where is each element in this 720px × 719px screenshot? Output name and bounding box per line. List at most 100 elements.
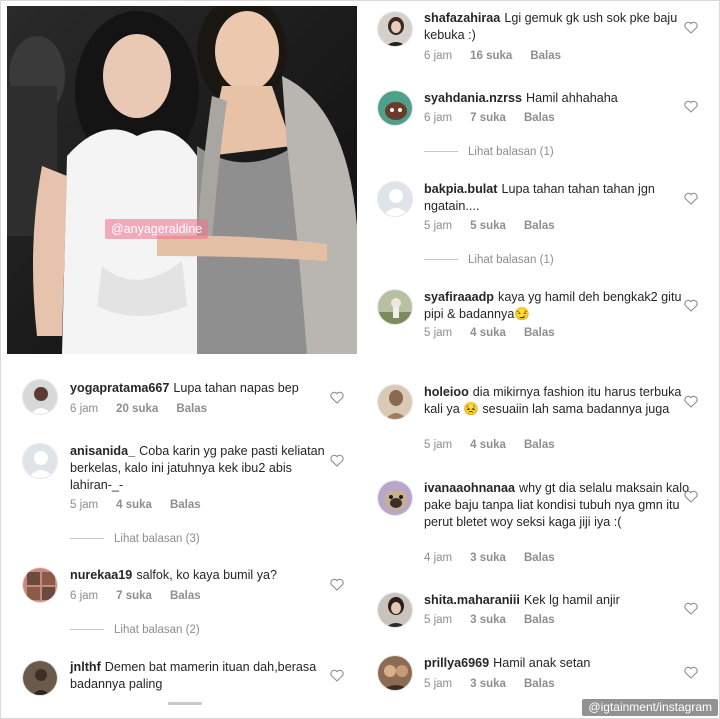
- comment-meta: 5 jam 4 suka Balas: [70, 499, 201, 511]
- scroll-handle[interactable]: [168, 702, 202, 705]
- comment-meta: 5 jam 5 suka Balas: [424, 220, 555, 232]
- reply-button[interactable]: Balas: [176, 403, 207, 415]
- comment-text: syafiraaadp kaya yg hamil deh bengkak2 gi…: [424, 289, 689, 323]
- heart-icon[interactable]: [330, 578, 344, 591]
- reply-button[interactable]: Balas: [524, 327, 555, 339]
- photo-tag: @anyageraldine: [105, 219, 209, 239]
- comment-likes[interactable]: 20 suka: [116, 403, 158, 415]
- comment-text: bakpia.bulat Lupa tahan tahan tahan jgn n…: [424, 181, 689, 215]
- heart-icon[interactable]: [330, 454, 344, 467]
- comment-text: jnlthf Demen bat mamerin ituan dah,berasa…: [70, 659, 335, 693]
- view-replies[interactable]: Lihat balasan (1): [424, 146, 554, 158]
- comment-meta: 6 jam 16 suka Balas: [424, 50, 561, 62]
- comment-username[interactable]: holeioo: [424, 385, 469, 399]
- comments-right-column: shafazahiraa Lgi gemuk gk ush sok pke baj…: [360, 0, 720, 719]
- reply-button[interactable]: Balas: [524, 220, 555, 232]
- comment-username[interactable]: nurekaa19: [70, 568, 132, 582]
- heart-icon[interactable]: [684, 21, 698, 34]
- heart-icon[interactable]: [684, 299, 698, 312]
- replies-divider: [424, 151, 458, 153]
- avatar[interactable]: [377, 11, 413, 47]
- reply-button[interactable]: Balas: [524, 678, 555, 690]
- avatar[interactable]: [377, 289, 413, 325]
- comment-likes[interactable]: 16 suka: [470, 50, 512, 62]
- view-replies-label[interactable]: Lihat balasan (2): [114, 624, 200, 636]
- reply-button[interactable]: Balas: [524, 552, 555, 564]
- comment-likes[interactable]: 3 suka: [470, 614, 506, 626]
- comment-username[interactable]: syafiraaadp: [424, 290, 494, 304]
- comment-text: shafazahiraa Lgi gemuk gk ush sok pke baj…: [424, 10, 689, 44]
- heart-icon[interactable]: [684, 395, 698, 408]
- post-photo-image: [7, 6, 357, 354]
- reply-button[interactable]: Balas: [524, 439, 555, 451]
- comment-time: 6 jam: [70, 403, 99, 415]
- view-replies-label[interactable]: Lihat balasan (1): [468, 254, 554, 266]
- comment-username[interactable]: prillya6969: [424, 656, 489, 670]
- comment-time: 5 jam: [424, 327, 453, 339]
- heart-icon[interactable]: [684, 602, 698, 615]
- view-replies[interactable]: Lihat balasan (2): [70, 624, 200, 636]
- comment-text: yogapratama667 Lupa tahan napas bep: [70, 380, 335, 397]
- comment-likes[interactable]: 4 suka: [470, 439, 506, 451]
- avatar[interactable]: [377, 592, 413, 628]
- comment-username[interactable]: shafazahiraa: [424, 11, 500, 25]
- view-replies[interactable]: Lihat balasan (1): [424, 254, 554, 266]
- comment-time: 6 jam: [424, 112, 453, 124]
- comment-text: nurekaa19 salfok, ko kaya bumil ya?: [70, 567, 335, 584]
- heart-icon[interactable]: [330, 391, 344, 404]
- avatar[interactable]: [377, 655, 413, 691]
- comment-text: shita.maharaniii Kek lg hamil anjir: [424, 592, 689, 609]
- reply-button[interactable]: Balas: [524, 112, 555, 124]
- comment-username[interactable]: syahdania.nzrss: [424, 91, 522, 105]
- view-replies-label[interactable]: Lihat balasan (1): [468, 146, 554, 158]
- comment-time: 5 jam: [70, 499, 99, 511]
- source-credit: @igtainment/instagram: [582, 699, 718, 716]
- comment-text: ivanaaohnanaa why gt dia selalu maksain k…: [424, 480, 692, 531]
- view-replies-label[interactable]: Lihat balasan (3): [114, 533, 200, 545]
- avatar[interactable]: [377, 480, 413, 516]
- comment-likes[interactable]: 3 suka: [470, 678, 506, 690]
- avatar[interactable]: [377, 181, 413, 217]
- comment-time: 6 jam: [424, 50, 453, 62]
- heart-icon[interactable]: [684, 490, 698, 503]
- heart-icon[interactable]: [684, 100, 698, 113]
- avatar[interactable]: [22, 567, 58, 603]
- comments-left-column: yogapratama667 Lupa tahan napas bep 6 jam…: [0, 358, 360, 719]
- comment-likes[interactable]: 7 suka: [116, 590, 152, 602]
- heart-icon[interactable]: [330, 669, 344, 682]
- comment-time: 4 jam: [424, 552, 453, 564]
- comment-meta: 6 jam 7 suka Balas: [70, 590, 201, 602]
- avatar[interactable]: [22, 379, 58, 415]
- comment-username[interactable]: bakpia.bulat: [424, 182, 497, 196]
- avatar[interactable]: [22, 660, 58, 696]
- comment-meta: 5 jam 4 suka Balas: [424, 439, 555, 451]
- heart-icon[interactable]: [684, 666, 698, 679]
- avatar[interactable]: [377, 90, 413, 126]
- comment-text: syahdania.nzrss Hamil ahhahaha: [424, 90, 689, 107]
- comment-body: Lupa tahan napas bep: [173, 381, 299, 395]
- view-replies[interactable]: Lihat balasan (3): [70, 533, 200, 545]
- comment-time: 5 jam: [424, 614, 453, 626]
- comment-username[interactable]: yogapratama667: [70, 381, 169, 395]
- comment-likes[interactable]: 5 suka: [470, 220, 506, 232]
- comment-username[interactable]: shita.maharaniii: [424, 593, 520, 607]
- comment-username[interactable]: jnlthf: [70, 660, 101, 674]
- avatar[interactable]: [377, 384, 413, 420]
- comment-text: holeioo dia mikirnya fashion itu harus te…: [424, 384, 689, 418]
- comment-likes[interactable]: 4 suka: [470, 327, 506, 339]
- reply-button[interactable]: Balas: [524, 614, 555, 626]
- comment-body: Kek lg hamil anjir: [523, 593, 620, 607]
- comment-body: Demen bat mamerin ituan dah,berasa badan…: [70, 660, 317, 691]
- comment-body: Hamil ahhahaha: [526, 91, 618, 105]
- comment-likes[interactable]: 4 suka: [116, 499, 152, 511]
- comment-likes[interactable]: 3 suka: [470, 552, 506, 564]
- comment-username[interactable]: anisanida_: [70, 444, 135, 458]
- heart-icon[interactable]: [684, 192, 698, 205]
- avatar[interactable]: [22, 443, 58, 479]
- comment-time: 6 jam: [70, 590, 99, 602]
- reply-button[interactable]: Balas: [170, 590, 201, 602]
- reply-button[interactable]: Balas: [530, 50, 561, 62]
- reply-button[interactable]: Balas: [170, 499, 201, 511]
- comment-likes[interactable]: 7 suka: [470, 112, 506, 124]
- comment-username[interactable]: ivanaaohnanaa: [424, 481, 515, 495]
